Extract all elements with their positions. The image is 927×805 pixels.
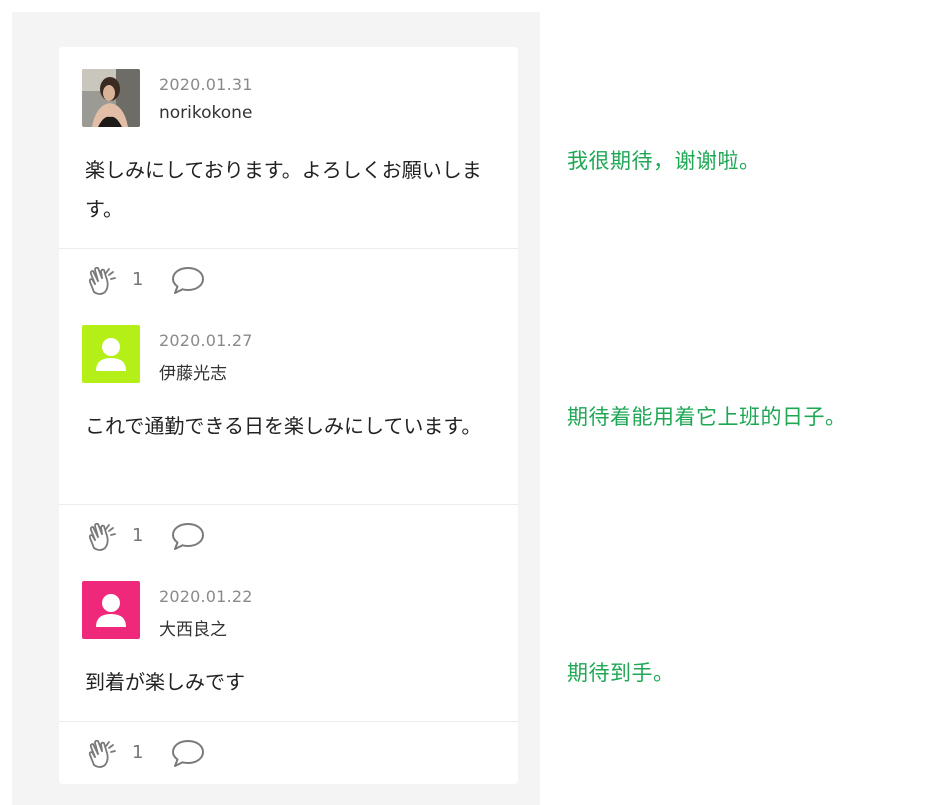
comment-item: 2020.01.31 norikokone 楽しみにしております。よろしくお願い…	[59, 47, 518, 247]
comment-divider	[59, 248, 518, 249]
comment-body: これで通勤できる日を楽しみにしています。	[85, 414, 482, 438]
avatar[interactable]	[82, 325, 140, 383]
translation-note: 期待到手。	[567, 661, 675, 685]
comment-item: 2020.01.27 伊藤光志 これで通勤できる日を楽しみにしています。	[59, 303, 518, 503]
clap-count: 1	[132, 742, 144, 763]
comments-panel: 2020.01.31 norikokone 楽しみにしております。よろしくお願い…	[12, 12, 540, 805]
speech-bubble-icon[interactable]	[171, 521, 205, 551]
comment-date: 2020.01.27	[159, 331, 253, 350]
comments-card: 2020.01.31 norikokone 楽しみにしております。よろしくお願い…	[59, 47, 518, 784]
clap-count: 1	[132, 525, 144, 546]
clap-count: 1	[132, 269, 144, 290]
comment-body: 到着が楽しみです	[85, 670, 245, 694]
avatar[interactable]	[82, 581, 140, 639]
comment-divider	[59, 504, 518, 505]
translation-note: 期待着能用着它上班的日子。	[567, 405, 847, 429]
comment-divider	[59, 721, 518, 722]
user-silhouette-icon	[82, 581, 140, 639]
avatar[interactable]	[82, 69, 140, 127]
comment-author[interactable]: norikokone	[159, 103, 252, 123]
comment-author[interactable]: 伊藤光志	[159, 359, 227, 384]
comment-date: 2020.01.22	[159, 587, 253, 606]
clap-hands-icon[interactable]	[85, 263, 119, 297]
comment-item: 2020.01.22 大西良之 到着が楽しみです	[59, 559, 518, 719]
user-silhouette-icon	[82, 325, 140, 383]
clap-hands-icon[interactable]	[85, 519, 119, 553]
avatar-photo	[82, 69, 140, 127]
speech-bubble-icon[interactable]	[171, 265, 205, 295]
speech-bubble-icon[interactable]	[171, 738, 205, 768]
translation-note: 我很期待，谢谢啦。	[567, 149, 761, 173]
comment-author[interactable]: 大西良之	[159, 615, 227, 640]
comment-body: 楽しみにしております。よろしくお願いします。	[85, 158, 482, 221]
comment-date: 2020.01.31	[159, 75, 253, 94]
clap-hands-icon[interactable]	[85, 736, 119, 770]
